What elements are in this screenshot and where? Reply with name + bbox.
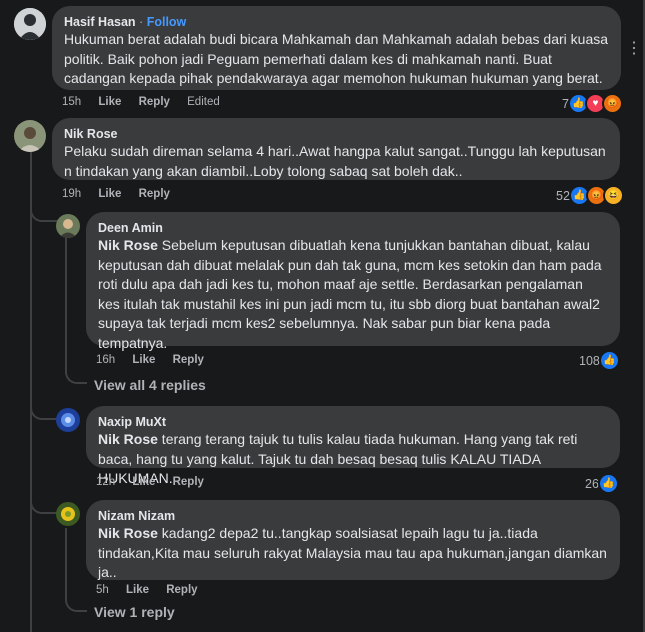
- like-button[interactable]: Like: [132, 354, 155, 366]
- commenter-name[interactable]: Hasif Hasan: [64, 15, 136, 29]
- like-button[interactable]: Like: [126, 584, 149, 596]
- more-options-icon[interactable]: ⋮: [626, 38, 642, 58]
- comment-actions: 19h Like Reply: [62, 188, 184, 200]
- view-one-reply-link[interactable]: View 1 reply: [94, 604, 175, 620]
- reply-button[interactable]: Reply: [173, 354, 204, 366]
- avatar[interactable]: [56, 408, 80, 432]
- reply-actions: 5h Like Reply: [96, 584, 212, 596]
- reaction-count: 52: [556, 188, 570, 203]
- commenter-name[interactable]: Deen Amin: [98, 220, 608, 236]
- reaction-summary[interactable]: 26 👍: [585, 473, 619, 494]
- view-all-replies-link[interactable]: View all 4 replies: [94, 377, 206, 393]
- reply-button[interactable]: Reply: [173, 476, 204, 488]
- reply-bubble: Naxip MuXt Nik Rose terang terang tajuk …: [86, 406, 620, 486]
- comment-actions: 15h Like Reply Edited: [62, 96, 234, 108]
- mention-link[interactable]: Nik Rose: [98, 525, 158, 541]
- comment-text: Pelaku sudah direman selama 4 hari..Awat…: [64, 143, 606, 179]
- reply-actions: 16h Like Reply: [96, 354, 218, 366]
- commenter-name[interactable]: Nik Rose: [64, 126, 608, 142]
- thread-connector: [30, 196, 60, 222]
- reply-actions: 12h Like Reply: [96, 476, 218, 488]
- like-button[interactable]: Like: [98, 96, 121, 108]
- reply-bubble: Deen Amin Nik Rose Sebelum keputusan dib…: [86, 212, 620, 351]
- avatar[interactable]: [56, 214, 80, 238]
- mention-link[interactable]: Nik Rose: [98, 237, 158, 253]
- comment-text: Hukuman berat adalah budi bicara Mahkama…: [64, 31, 609, 86]
- commenter-name[interactable]: Naxip MuXt: [98, 414, 608, 430]
- thread-connector: [30, 390, 60, 420]
- like-icon: 👍: [597, 473, 619, 494]
- reply-time[interactable]: 12h: [96, 476, 115, 488]
- thread-connector: [65, 594, 87, 612]
- avatar[interactable]: [14, 8, 46, 40]
- commenter-name[interactable]: Nizam Nizam: [98, 508, 608, 524]
- reaction-summary[interactable]: 7 👍 ♥ 😡: [562, 93, 623, 114]
- reply-bubble: Nizam Nizam Nik Rose kadang2 depa2 tu..t…: [86, 500, 620, 580]
- reaction-summary[interactable]: 52 👍 😡 😆: [556, 185, 624, 206]
- avatar[interactable]: [56, 502, 80, 526]
- mention-link[interactable]: Nik Rose: [98, 431, 158, 447]
- follow-button[interactable]: Follow: [147, 15, 187, 29]
- thread-connector: [65, 364, 87, 384]
- reply-text: kadang2 depa2 tu..tangkap soalsiasat lep…: [98, 525, 607, 580]
- reply-button[interactable]: Reply: [139, 96, 170, 108]
- comment-bubble: Hasif Hasan · Follow Hukuman berat adala…: [52, 6, 621, 90]
- like-button[interactable]: Like: [132, 476, 155, 488]
- comment-time[interactable]: 15h: [62, 96, 81, 108]
- comment-time[interactable]: 19h: [62, 188, 81, 200]
- reply-time[interactable]: 5h: [96, 584, 109, 596]
- like-icon: 👍: [598, 350, 620, 371]
- haha-icon: 😆: [602, 185, 624, 206]
- thread-connector: [30, 484, 60, 514]
- comment-bubble: Nik Rose Pelaku sudah direman selama 4 h…: [52, 118, 620, 180]
- thread-line: [65, 238, 67, 374]
- like-button[interactable]: Like: [98, 188, 121, 200]
- separator-dot: ·: [139, 15, 144, 29]
- angry-icon: 😡: [601, 93, 623, 114]
- reply-button[interactable]: Reply: [166, 584, 197, 596]
- reaction-summary[interactable]: 108 👍: [579, 350, 620, 371]
- reply-time[interactable]: 16h: [96, 354, 115, 366]
- edited-label[interactable]: Edited: [187, 96, 220, 108]
- reaction-count: 108: [579, 353, 600, 368]
- reply-button[interactable]: Reply: [139, 188, 170, 200]
- thread-line: [65, 528, 67, 598]
- reply-text: Sebelum keputusan dibuatlah kena tunjukk…: [98, 237, 602, 351]
- reaction-count: 26: [585, 476, 599, 491]
- avatar[interactable]: [14, 120, 46, 152]
